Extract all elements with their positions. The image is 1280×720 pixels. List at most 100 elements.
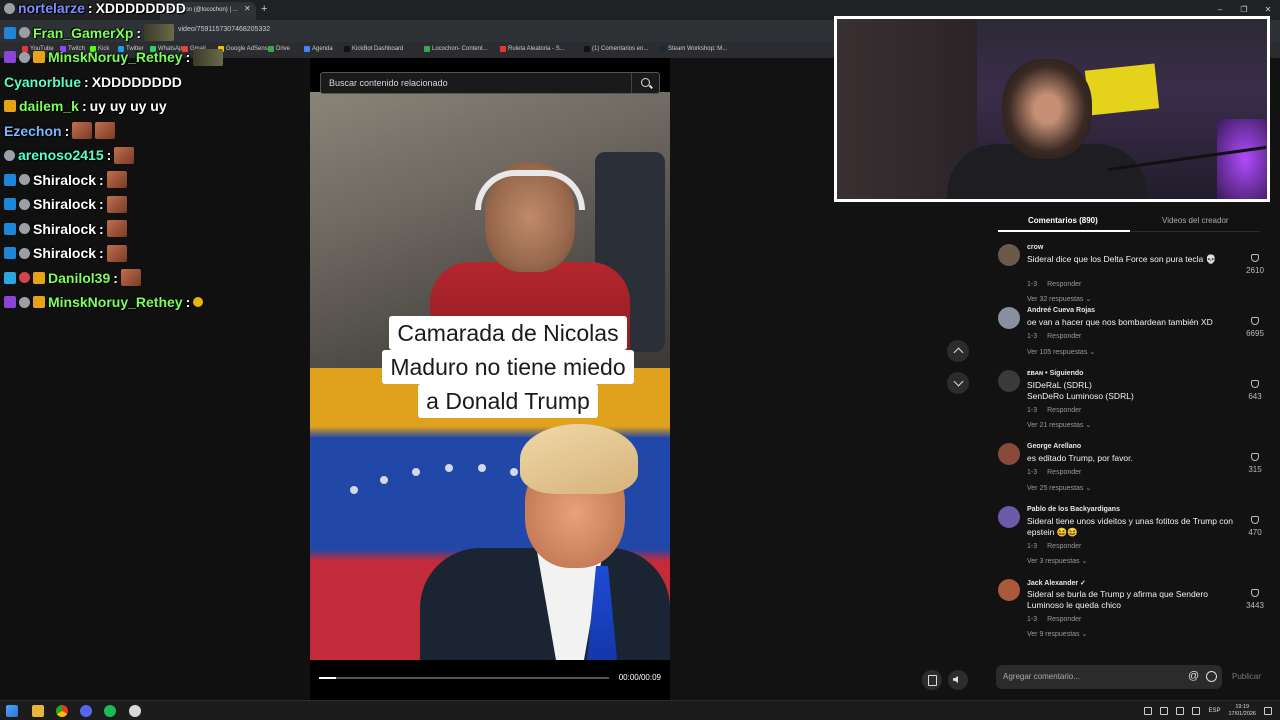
chat-badge-wolf-icon [19, 198, 30, 210]
bookmark-item[interactable]: KickBot Dashboard [344, 46, 403, 52]
chat-username[interactable]: MinskNoruy_Rethey [48, 294, 183, 310]
chat-badge-wolf-icon [19, 247, 30, 259]
like-button[interactable]: 6695 [1242, 317, 1268, 338]
network-icon[interactable] [1176, 707, 1185, 715]
mention-icon[interactable]: @ [1188, 670, 1199, 682]
clock-time: 19:19 [1235, 704, 1250, 710]
view-replies-button[interactable]: Ver 25 respuestas ⌄ [1027, 484, 1091, 492]
chat-username[interactable]: Shiralock [33, 245, 96, 261]
chat-username[interactable]: MinskNoruy_Rethey [48, 49, 183, 65]
view-replies-button[interactable]: Ver 3 respuestas ⌄ [1027, 557, 1087, 565]
bookmark-item[interactable]: Drive [268, 46, 290, 52]
reply-button[interactable]: Responder [1047, 543, 1081, 550]
comment-username[interactable]: Pablo de los Backyardigans [1027, 506, 1120, 513]
avatar[interactable] [998, 370, 1020, 392]
chat-username[interactable]: Fran_GamerXp [33, 25, 133, 41]
avatar[interactable] [998, 579, 1020, 601]
language-indicator[interactable]: ESP [1208, 708, 1220, 714]
chevron-down-icon: ⌄ [1079, 558, 1088, 565]
avatar[interactable] [998, 244, 1020, 266]
bookmark-item[interactable]: (1) Comentarios en... [584, 46, 648, 52]
chat-username[interactable]: Shiralock [33, 196, 96, 212]
search-input[interactable]: Buscar contenido relacionado [320, 72, 660, 94]
tab-creator-videos[interactable]: Videos del creador [1162, 216, 1229, 225]
tray-icon[interactable] [1160, 707, 1169, 715]
new-tab-button[interactable]: + [261, 3, 267, 15]
progress-bar[interactable] [319, 677, 609, 679]
reply-button[interactable]: Responder [1047, 469, 1081, 476]
chat-username[interactable]: Ezechon [4, 123, 62, 139]
reply-button[interactable]: Responder [1047, 333, 1081, 340]
bookmark-item[interactable]: Locochon- Content... [424, 46, 488, 52]
chat-username[interactable]: Shiralock [33, 221, 96, 237]
url-text[interactable]: video/7591157307468205332 [178, 26, 270, 33]
chat-username[interactable]: nortelarze [18, 0, 85, 16]
chrome-icon[interactable] [56, 705, 68, 717]
file-explorer-icon[interactable] [32, 705, 44, 717]
comment-meta: 1-3 Responder [1027, 407, 1081, 414]
chat-badge-blue-icon [4, 198, 16, 210]
like-button[interactable]: 2610 [1242, 254, 1268, 275]
notifications-icon[interactable] [1264, 707, 1272, 715]
reply-button[interactable]: Responder [1047, 281, 1081, 288]
chat-message: MinskNoruy_Rethey: [4, 46, 224, 68]
steam-icon[interactable] [129, 705, 141, 717]
next-video-button[interactable] [947, 372, 969, 394]
chat-username[interactable]: arenoso2415 [18, 147, 104, 163]
spotify-icon[interactable] [104, 705, 116, 717]
view-replies-button[interactable]: Ver 105 respuestas ⌄ [1027, 348, 1095, 356]
clock-date: 17/01/2026 [1228, 711, 1256, 717]
chat-username[interactable]: Shiralock [33, 172, 96, 188]
tray-icon[interactable] [1144, 707, 1153, 715]
chat-badge-blue-icon [4, 222, 16, 235]
heart-icon [1251, 380, 1259, 388]
comment-username[interactable]: George Arellano [1027, 443, 1081, 450]
flag-star [510, 468, 518, 476]
previous-video-button[interactable] [947, 340, 969, 362]
comment-username[interactable]: ᴇʙᴀɴ • Siguiendo [1027, 370, 1083, 377]
like-button[interactable]: 3443 [1242, 589, 1268, 610]
chat-username[interactable]: Danilol39 [48, 270, 110, 286]
avatar[interactable] [998, 506, 1020, 528]
comment-username[interactable]: crow [1027, 244, 1043, 251]
tab-comments[interactable]: Comentarios (890) [1028, 216, 1098, 225]
comment-username[interactable]: Jack Alexander ✓ [1027, 579, 1086, 587]
view-replies-button[interactable]: Ver 9 respuestas ⌄ [1027, 630, 1087, 638]
copy-icon[interactable] [922, 670, 942, 690]
view-replies-button[interactable]: Ver 32 respuestas ⌄ [1027, 295, 1091, 303]
like-button[interactable]: 315 [1242, 453, 1268, 474]
chat-badge-blue-icon [4, 173, 16, 186]
like-button[interactable]: 470 [1242, 516, 1268, 537]
bookmark-icon [424, 46, 430, 52]
comment-username[interactable]: Andreé Cueva Rojas [1027, 307, 1095, 314]
bookmark-item[interactable]: Steam Workshop::M... [660, 46, 727, 52]
reply-button[interactable]: Responder [1047, 407, 1081, 414]
progress-fill [319, 677, 337, 679]
start-icon[interactable] [6, 705, 18, 717]
bookmark-item[interactable]: Google AdSense [218, 46, 271, 52]
avatar[interactable] [998, 307, 1020, 329]
comment-input[interactable]: Agregar comentario... @ [996, 665, 1222, 689]
emoji-icon[interactable] [1206, 671, 1217, 682]
publish-button[interactable]: Publicar [1232, 672, 1261, 681]
chat-username[interactable]: Cyanorblue [4, 74, 81, 90]
bookmark-label: (1) Comentarios en... [592, 46, 649, 52]
chat-emote-icon [193, 297, 204, 307]
bookmark-item[interactable]: Ruleta Aleatoria - S... [500, 46, 565, 52]
clock[interactable]: 19:19 17/01/2026 [1228, 704, 1256, 718]
avatar[interactable] [998, 443, 1020, 465]
discord-icon[interactable] [80, 705, 92, 717]
comment-date: 1-3 [1027, 333, 1038, 340]
chat-emote-icon [106, 220, 127, 237]
chat-badge-wolf-icon [19, 296, 30, 308]
like-button[interactable]: 643 [1242, 380, 1268, 401]
heart-icon [1251, 453, 1259, 461]
volume-icon[interactable] [948, 670, 968, 690]
bookmark-item[interactable]: Agenda [304, 46, 333, 52]
reply-button[interactable]: Responder [1047, 616, 1081, 623]
speaker-icon[interactable] [1192, 707, 1201, 715]
tab-close-icon[interactable]: ✕ [244, 4, 251, 13]
search-icon[interactable] [631, 73, 659, 93]
view-replies-button[interactable]: Ver 21 respuestas ⌄ [1027, 421, 1091, 429]
chat-username[interactable]: dailem_k [19, 98, 79, 114]
